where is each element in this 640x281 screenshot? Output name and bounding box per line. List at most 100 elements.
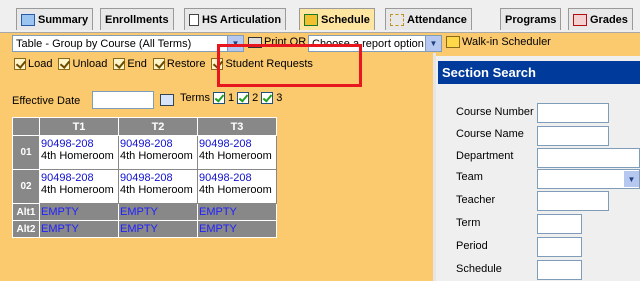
checklist-icon (152, 58, 165, 70)
terms-filter: Terms 1 2 3 (180, 92, 282, 104)
section-link[interactable]: 90498-208 (120, 172, 196, 184)
report-select-value: Choose a report option (312, 37, 424, 50)
tab-attendance[interactable]: Attendance (385, 8, 472, 30)
schedule-cell[interactable]: 90498-208 4th Homeroom (118, 135, 198, 170)
checklist-icon (113, 58, 126, 70)
section-desc: 4th Homeroom (41, 184, 114, 196)
course-name-input[interactable] (537, 126, 609, 146)
schedule-input[interactable] (537, 260, 582, 280)
tab-summary-label: Summary (38, 13, 89, 26)
table-row: Alt2 EMPTY EMPTY EMPTY (12, 220, 277, 238)
tab-programs-label: Programs (505, 13, 557, 26)
tab-enrollments[interactable]: Enrollments (100, 8, 174, 30)
section-link[interactable]: 90498-208 (120, 138, 196, 150)
effective-date-label: Effective Date (12, 95, 81, 107)
student-requests-button[interactable]: Student Requests (211, 58, 313, 70)
action-bar: Load Unload End Restore Student Requests (14, 56, 313, 72)
teacher-input[interactable] (537, 191, 609, 211)
section-desc: 4th Homeroom (120, 150, 193, 162)
schedule-grid: T1 T2 T3 01 90498-208 4th Homeroom 90498-… (12, 117, 277, 238)
table-row: 02 90498-208 4th Homeroom 90498-208 4th Ho… (12, 169, 277, 204)
empty-slot[interactable]: EMPTY (39, 203, 119, 221)
walkin-icon (446, 36, 460, 48)
tab-hs-articulation[interactable]: HS Articulation (184, 8, 287, 30)
term-3-label: 3 (276, 92, 283, 104)
empty-slot[interactable]: EMPTY (39, 220, 119, 238)
report-select[interactable]: Choose a report option ▼ (308, 35, 442, 52)
tab-schedule[interactable]: Schedule (299, 8, 375, 30)
empty-slot[interactable]: EMPTY (197, 203, 277, 221)
section-link[interactable]: 90498-208 (41, 138, 117, 150)
section-desc: 4th Homeroom (41, 150, 114, 162)
alt-label: Alt1 (12, 203, 40, 221)
walkin-scheduler-button[interactable]: Walk-in Scheduler (446, 36, 551, 48)
attendance-icon (390, 13, 404, 26)
term-label: Term (456, 217, 481, 229)
effective-date-row: Effective Date (12, 92, 80, 110)
terms-label: Terms (180, 92, 210, 104)
section-desc: 4th Homeroom (120, 184, 193, 196)
section-link[interactable]: 90498-208 (41, 172, 117, 184)
table-row: 01 90498-208 4th Homeroom 90498-208 4th Ho… (12, 135, 277, 170)
section-search-title: Section Search (438, 61, 640, 84)
term-1-checkbox[interactable] (212, 92, 225, 104)
grid-corner (12, 117, 40, 136)
table-row: Alt1 EMPTY EMPTY EMPTY (12, 203, 277, 221)
section-desc: 4th Homeroom (199, 150, 272, 162)
tab-schedule-label: Schedule (321, 13, 370, 26)
empty-slot[interactable]: EMPTY (118, 203, 198, 221)
load-button[interactable]: Load (14, 58, 52, 70)
term-2-label: 2 (252, 92, 259, 104)
section-desc: 4th Homeroom (199, 184, 272, 196)
print-button[interactable]: Print OR (248, 36, 306, 48)
schedule-cell[interactable]: 90498-208 4th Homeroom (118, 169, 198, 204)
end-label: End (127, 58, 147, 70)
section-link[interactable]: 90498-208 (199, 138, 275, 150)
student-requests-label: Student Requests (225, 58, 313, 70)
department-label: Department (456, 150, 514, 162)
empty-slot[interactable]: EMPTY (197, 220, 277, 238)
schedule-icon (304, 13, 318, 26)
term-3-checkbox[interactable] (261, 92, 274, 104)
view-select[interactable]: Table - Group by Course (All Terms) ▼ (12, 35, 244, 52)
section-link[interactable]: 90498-208 (199, 172, 275, 184)
term-2-checkbox[interactable] (237, 92, 250, 104)
grades-icon (573, 13, 587, 26)
hs-articulation-icon (189, 13, 199, 26)
empty-slot[interactable]: EMPTY (118, 220, 198, 238)
chevron-down-icon[interactable]: ▼ (624, 171, 639, 187)
team-select[interactable]: ▼ (537, 169, 640, 189)
view-select-value: Table - Group by Course (All Terms) (16, 37, 192, 50)
tab-programs[interactable]: Programs (500, 8, 562, 30)
department-input[interactable] (537, 148, 640, 168)
alt-label: Alt2 (12, 220, 40, 238)
end-button[interactable]: End (113, 58, 147, 70)
summary-icon (21, 13, 35, 26)
checklist-icon (211, 58, 224, 70)
schedule-cell[interactable]: 90498-208 4th Homeroom (197, 169, 277, 204)
schedule-cell[interactable]: 90498-208 4th Homeroom (39, 169, 119, 204)
calendar-icon[interactable] (160, 94, 174, 106)
chevron-down-icon[interactable]: ▼ (425, 36, 441, 51)
effective-date-input[interactable] (92, 91, 154, 109)
checklist-icon (14, 58, 26, 70)
restore-button[interactable]: Restore (152, 58, 205, 70)
tab-summary[interactable]: Summary (16, 8, 94, 30)
term-input[interactable] (537, 214, 582, 234)
tab-bar: Summary Enrollments HS Articulation Sche… (0, 0, 640, 33)
schedule-cell[interactable]: 90498-208 4th Homeroom (39, 135, 119, 170)
teacher-label: Teacher (456, 194, 496, 206)
section-search-panel: Section Search Course Number Course Name… (436, 56, 640, 281)
toolbar: Table - Group by Course (All Terms) ▼ Pr… (0, 33, 640, 53)
chevron-down-icon[interactable]: ▼ (227, 36, 243, 51)
tab-enrollments-label: Enrollments (105, 13, 169, 26)
course-number-input[interactable] (537, 103, 609, 123)
tab-grades[interactable]: Grades (568, 8, 633, 30)
column-header: T1 (39, 117, 119, 136)
period-label: Period (456, 240, 488, 252)
period-input[interactable] (537, 237, 582, 257)
unload-button[interactable]: Unload (58, 58, 107, 70)
column-header: T3 (197, 117, 277, 136)
schedule-cell[interactable]: 90498-208 4th Homeroom (197, 135, 277, 170)
checklist-icon (58, 58, 71, 70)
